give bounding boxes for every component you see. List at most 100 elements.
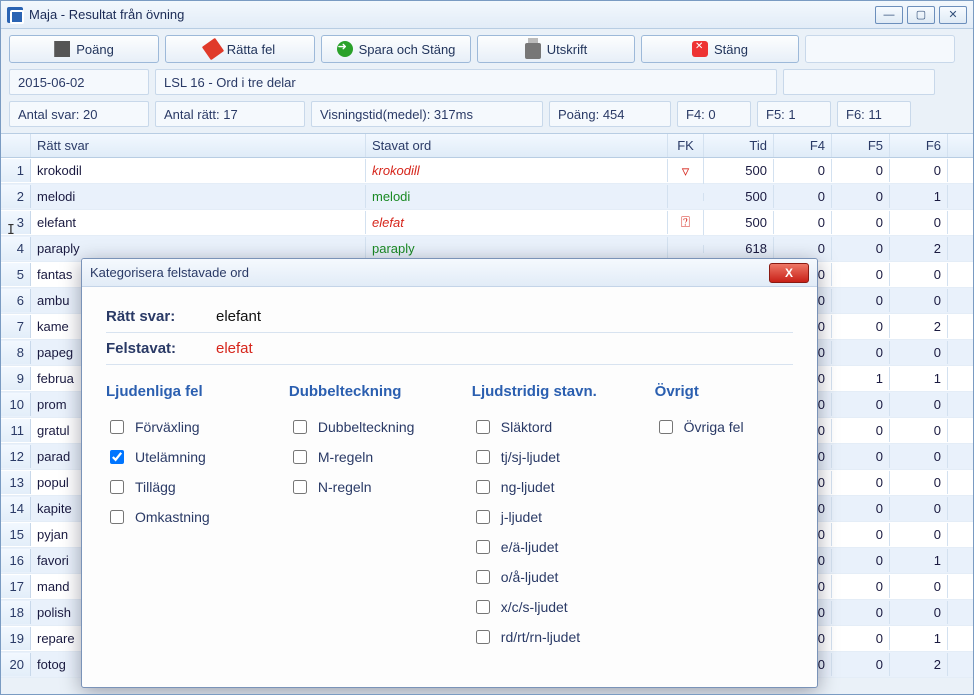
category-checkbox[interactable]: Förväxling <box>106 412 279 442</box>
checkbox-input[interactable] <box>110 510 124 524</box>
category-checkbox[interactable]: rd/rt/rn-ljudet <box>472 622 645 652</box>
col-f4[interactable]: F4 <box>774 134 832 157</box>
fk-mark-icon: ▿ <box>682 163 690 180</box>
col-ratt-svar[interactable]: Rätt svar <box>31 134 366 157</box>
close-button[interactable]: ✕ <box>939 6 967 24</box>
dialog-fel-row: Felstavat: elefat <box>106 333 793 365</box>
col-stavat-ord[interactable]: Stavat ord <box>366 134 668 157</box>
categorize-dialog: Kategorisera felstavade ord X Rätt svar:… <box>81 258 818 688</box>
cell-fk: ▿ <box>668 158 704 184</box>
category-checkbox[interactable]: M-regeln <box>289 442 462 472</box>
table-row[interactable]: 2melodimelodi500001 <box>1 184 973 210</box>
category-checkbox[interactable]: Tillägg <box>106 472 279 502</box>
category-checkbox[interactable]: Släktord <box>472 412 645 442</box>
category-checkbox[interactable]: x/c/s-ljudet <box>472 592 645 622</box>
ratta-fel-button[interactable]: Rätta fel <box>165 35 315 63</box>
cell-f5: 0 <box>832 653 890 676</box>
category-checkbox[interactable]: j-ljudet <box>472 502 645 532</box>
cell-f5: 0 <box>832 289 890 312</box>
checkbox-input[interactable] <box>476 480 490 494</box>
cell-f6: 0 <box>890 393 948 416</box>
cell-f5: 0 <box>832 315 890 338</box>
ratt-svar-label: Rätt svar: <box>106 308 216 325</box>
felstavat-value: elefat <box>216 340 253 357</box>
checkbox-input[interactable] <box>293 480 307 494</box>
category-checkbox[interactable]: Utelämning <box>106 442 279 472</box>
checkbox-input[interactable] <box>476 540 490 554</box>
cell-tid: 500 <box>704 211 774 234</box>
cell-f6: 0 <box>890 445 948 468</box>
maximize-button[interactable]: ▢ <box>907 6 935 24</box>
cell-f6: 0 <box>890 289 948 312</box>
category-checkbox[interactable]: ng-ljudet <box>472 472 645 502</box>
poang-button[interactable]: Poäng <box>9 35 159 63</box>
cell-f5: 0 <box>832 263 890 286</box>
cat-col-ovrigt: Övrigt Övriga fel <box>655 383 793 652</box>
print-icon <box>525 43 541 59</box>
f4-box: F4: 0 <box>677 101 751 127</box>
cell-f5: 0 <box>832 471 890 494</box>
cat-h-ljudenliga: Ljudenliga fel <box>106 383 279 400</box>
checkbox-label: rd/rt/rn-ljudet <box>501 629 580 645</box>
cell-fk <box>668 193 704 201</box>
category-checkbox[interactable]: Övriga fel <box>655 412 793 442</box>
row-number: 12 <box>1 445 31 468</box>
checkbox-input[interactable] <box>476 420 490 434</box>
info-row-1: 2015-06-02 LSL 16 - Ord i tre delar <box>1 69 973 101</box>
checkbox-label: Övriga fel <box>684 419 744 435</box>
category-checkbox[interactable]: Dubbelteckning <box>289 412 462 442</box>
cell-tid: 500 <box>704 159 774 182</box>
checkbox-input[interactable] <box>110 450 124 464</box>
cell-f6: 2 <box>890 653 948 676</box>
cat-h-ljudstridig: Ljudstridig stavn. <box>472 383 645 400</box>
minimize-button[interactable]: — <box>875 6 903 24</box>
cell-f6: 0 <box>890 497 948 520</box>
stang-button[interactable]: Stäng <box>641 35 799 63</box>
spara-stang-button[interactable]: Spara och Stäng <box>321 35 471 63</box>
col-f6[interactable]: F6 <box>890 134 948 157</box>
checkbox-input[interactable] <box>110 480 124 494</box>
cell-f5: 0 <box>832 341 890 364</box>
visningstid-box: Visningstid(medel): 317ms <box>311 101 543 127</box>
save-icon <box>337 41 353 57</box>
checkbox-input[interactable] <box>659 420 673 434</box>
col-f5[interactable]: F5 <box>832 134 890 157</box>
spara-label: Spara och Stäng <box>359 42 456 57</box>
checkbox-input[interactable] <box>476 600 490 614</box>
checkbox-input[interactable] <box>476 630 490 644</box>
poang-box: Poäng: 454 <box>549 101 671 127</box>
table-row[interactable]: 3elefantelefat⍰500000 <box>1 210 973 236</box>
text-cursor-icon: I <box>7 223 15 238</box>
cell-f5: 0 <box>832 393 890 416</box>
info-row-2: Antal svar: 20 Antal rätt: 17 Visningsti… <box>1 101 973 133</box>
row-number: 2 <box>1 185 31 208</box>
category-checkbox[interactable]: tj/sj-ljudet <box>472 442 645 472</box>
app-window: Maja - Resultat från övning — ▢ ✕ Poäng … <box>0 0 974 695</box>
checkbox-input[interactable] <box>476 570 490 584</box>
row-number: 14 <box>1 497 31 520</box>
cell-f6: 1 <box>890 185 948 208</box>
checkbox-input[interactable] <box>293 450 307 464</box>
category-checkbox[interactable]: Omkastning <box>106 502 279 532</box>
category-checkbox[interactable]: o/å-ljudet <box>472 562 645 592</box>
checkbox-input[interactable] <box>293 420 307 434</box>
cell-f5: 0 <box>832 419 890 442</box>
checkbox-label: M-regeln <box>318 449 373 465</box>
checkbox-input[interactable] <box>110 420 124 434</box>
category-checkbox[interactable]: N-regeln <box>289 472 462 502</box>
table-row[interactable]: 1krokodilkrokodill▿500000 <box>1 158 973 184</box>
cell-f5: 0 <box>832 549 890 572</box>
utskrift-button[interactable]: Utskrift <box>477 35 635 63</box>
col-fk[interactable]: FK <box>668 134 704 157</box>
window-title: Maja - Resultat från övning <box>29 7 875 22</box>
cell-f6: 2 <box>890 237 948 260</box>
category-checkbox[interactable]: e/ä-ljudet <box>472 532 645 562</box>
cell-f5: 0 <box>832 601 890 624</box>
checkbox-input[interactable] <box>476 450 490 464</box>
cell-f4: 0 <box>774 185 832 208</box>
dialog-close-button[interactable]: X <box>769 263 809 283</box>
cell-f4: 0 <box>774 159 832 182</box>
antal-ratt-box: Antal rätt: 17 <box>155 101 305 127</box>
checkbox-input[interactable] <box>476 510 490 524</box>
col-tid[interactable]: Tid <box>704 134 774 157</box>
